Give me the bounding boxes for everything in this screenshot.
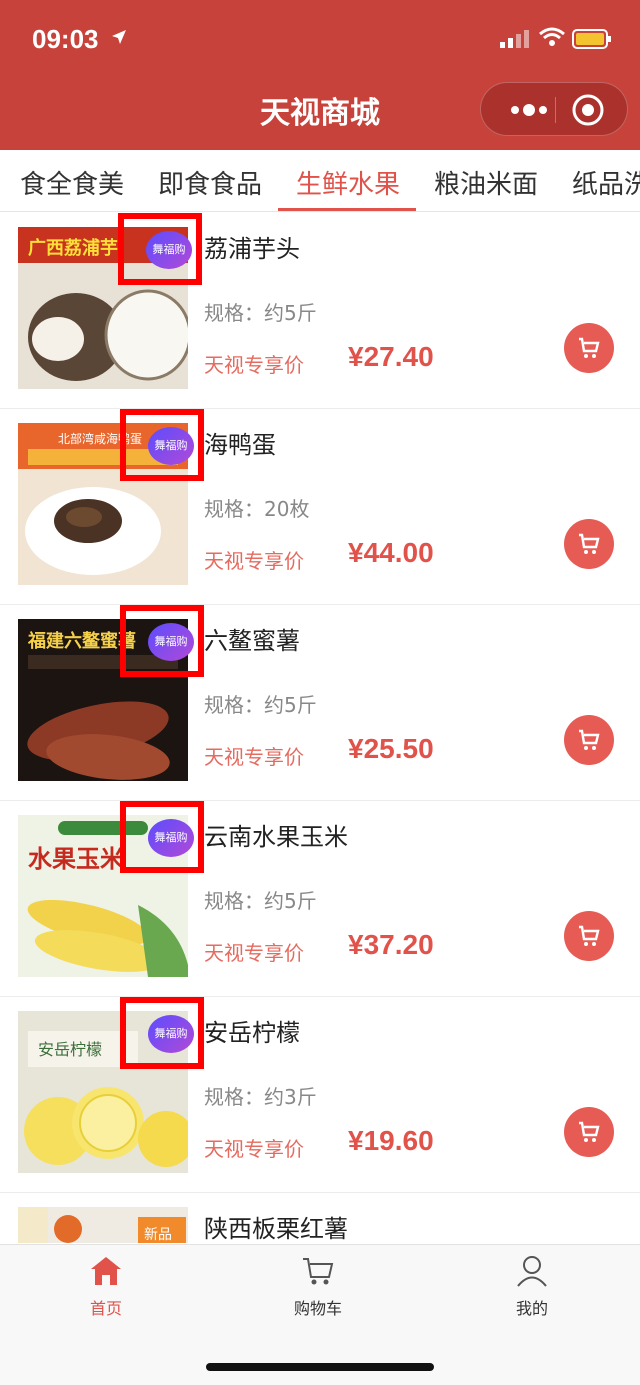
tab-food[interactable]: 食全食美 (20, 164, 124, 201)
product-price: ¥25.50 (348, 733, 434, 764)
home-indicator (206, 1363, 434, 1371)
nav-cart[interactable]: 购物车 (258, 1255, 378, 1319)
cart-icon (579, 925, 600, 946)
price-tag-label: 天视专享价 (204, 941, 304, 965)
list-item[interactable]: 广西荔浦芋 舞福购 荔浦芋头 规格：约5斤 天视专享价 ¥27.40 (0, 213, 640, 409)
list-item[interactable]: 水果玉米 舞福购 云南水果玉米 规格：约5斤 天视专享价 ¥37.20 (0, 801, 640, 997)
price-tag-label: 天视专享价 (204, 353, 304, 377)
product-spec: 规格：约5斤 (204, 693, 317, 717)
product-image-caption: 安岳柠檬 (38, 1040, 102, 1059)
promo-badge: 舞福购 (148, 819, 194, 857)
tab-fresh-fruit[interactable]: 生鲜水果 (296, 164, 400, 201)
product-image-caption: 水果玉米 (28, 845, 124, 873)
product-price: ¥27.40 (348, 341, 434, 372)
cart-icon (579, 729, 600, 750)
add-to-cart-button[interactable] (564, 1107, 614, 1157)
cart-icon (303, 1258, 334, 1285)
list-item[interactable]: 安岳柠檬 舞福购 安岳柠檬 规格：约3斤 天视专享价 ¥19.60 (0, 997, 640, 1193)
promo-badge-highlight: 舞福购 (120, 605, 204, 677)
product-image-caption: 新品 (144, 1227, 172, 1243)
add-to-cart-button[interactable] (564, 323, 614, 373)
product-spec: 规格：约5斤 (204, 889, 317, 913)
tab-instant-food[interactable]: 即食食品 (158, 164, 262, 201)
tab-grain-oil[interactable]: 粮油米面 (434, 164, 538, 201)
product-price: ¥44.00 (348, 537, 434, 568)
product-list: 广西荔浦芋 舞福购 荔浦芋头 规格：约5斤 天视专享价 ¥27.40 北部湾咸海… (0, 213, 640, 1243)
product-name[interactable]: 荔浦芋头 (204, 229, 300, 264)
close-program-icon[interactable] (571, 93, 605, 127)
price-tag-label: 天视专享价 (204, 745, 304, 769)
list-item[interactable]: 新品 陕西板栗红薯 (0, 1193, 640, 1243)
product-image-caption: 广西荔浦芋 (28, 237, 118, 259)
nav-home-label: 首页 (89, 1299, 122, 1318)
list-item[interactable]: 福建六鳌蜜薯 舞福购 六鳌蜜薯 规格：约5斤 天视专享价 ¥25.50 (0, 605, 640, 801)
promo-badge: 舞福购 (148, 427, 194, 465)
status-time: 09:03 (32, 24, 99, 54)
add-to-cart-button[interactable] (564, 715, 614, 765)
promo-badge: 舞福购 (148, 1015, 194, 1053)
nav-profile[interactable]: 我的 (472, 1255, 592, 1319)
nav-profile-label: 我的 (515, 1299, 548, 1318)
product-name[interactable]: 云南水果玉米 (204, 817, 348, 852)
nav-cart-label: 购物车 (293, 1299, 342, 1318)
product-name[interactable]: 六鳌蜜薯 (204, 621, 300, 656)
cart-icon (579, 1121, 600, 1142)
app-header: 09:03 天视商城 (0, 0, 640, 150)
active-tab-indicator (278, 208, 416, 211)
price-tag-label: 天视专享价 (204, 1137, 304, 1161)
promo-badge-highlight: 舞福购 (120, 409, 204, 481)
product-price: ¥19.60 (348, 1125, 434, 1156)
tab-paper[interactable]: 纸品洗 (572, 164, 640, 201)
nav-home[interactable]: 首页 (46, 1255, 166, 1319)
product-spec: 规格：20枚 (204, 497, 310, 521)
user-icon (517, 1256, 547, 1287)
mini-program-capsule (480, 82, 628, 136)
cart-icon (579, 337, 600, 358)
promo-badge-highlight: 舞福购 (120, 801, 204, 873)
promo-badge-highlight: 舞福购 (120, 997, 204, 1069)
location-arrow-icon (112, 30, 126, 44)
promo-badge-highlight: 舞福购 (118, 213, 202, 285)
product-price: ¥37.20 (348, 929, 434, 960)
product-name[interactable]: 陕西板栗红薯 (204, 1209, 348, 1243)
more-icon[interactable] (501, 83, 557, 137)
add-to-cart-button[interactable] (564, 911, 614, 961)
product-image[interactable]: 新品 (18, 1207, 188, 1243)
product-spec: 规格：约3斤 (204, 1085, 317, 1109)
battery-icon (572, 29, 611, 49)
product-name[interactable]: 安岳柠檬 (204, 1013, 300, 1048)
add-to-cart-button[interactable] (564, 519, 614, 569)
price-tag-label: 天视专享价 (204, 549, 304, 573)
capsule-divider (555, 97, 556, 123)
category-tabs: 食全食美 即食食品 生鲜水果 粮油米面 纸品洗 (0, 150, 640, 212)
cart-icon (579, 533, 600, 554)
promo-badge: 舞福购 (146, 231, 192, 269)
promo-badge: 舞福购 (148, 623, 194, 661)
product-name[interactable]: 海鸭蛋 (204, 425, 276, 460)
bottom-nav: 首页 购物车 我的 (0, 1244, 640, 1385)
product-spec: 规格：约5斤 (204, 301, 317, 325)
list-item[interactable]: 北部湾咸海鸭蛋 舞福购 海鸭蛋 规格：20枚 天视专享价 ¥44.00 (0, 409, 640, 605)
signal-icon (500, 30, 529, 48)
home-icon (91, 1257, 121, 1285)
wifi-icon (539, 27, 565, 46)
